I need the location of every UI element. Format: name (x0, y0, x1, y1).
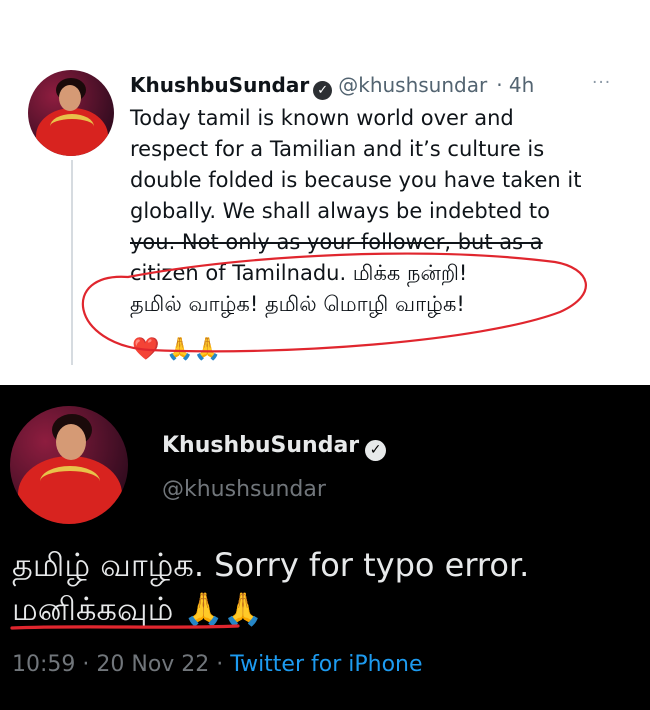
avatar[interactable] (28, 70, 114, 156)
avatar[interactable] (10, 406, 128, 524)
tweet-line: தமில் வாழ்க! தமில் மொழி வாழ்க! (130, 292, 465, 316)
tweet-line: respect for a Tamilian and it’s culture … (130, 137, 545, 161)
folded-hands-emoji-icon: 🙏🙏 (166, 337, 222, 362)
tweet-line-struck: you. Not only as your follower, but as a (130, 230, 543, 254)
tweet-text: தமிழ் வாழ்க. Sorry for typo error. மனிக்… (12, 543, 529, 631)
avatar-face (59, 85, 81, 111)
tweet-line: தமிழ் வாழ்க. Sorry for typo error. (12, 546, 530, 584)
verified-badge-icon: ✓ (313, 81, 333, 100)
bottom-tweet: KhushbuSundar ✓ @khushsundar தமிழ் வாழ்க.… (0, 385, 650, 710)
tweet-header: KhushbuSundar ✓ (162, 433, 387, 461)
timestamp[interactable]: · 4h (496, 73, 534, 97)
avatar-saree-border (40, 466, 100, 497)
tweet-line: double folded is because you have taken … (130, 168, 582, 192)
emoji-row: ❤️ 🙏🙏 (132, 337, 221, 362)
display-name[interactable]: KhushbuSundar (162, 433, 359, 458)
heart-emoji-icon: ❤️ (132, 337, 160, 362)
handle[interactable]: @khushsundar (338, 73, 487, 97)
tweet-meta: 10:59 · 20 Nov 22 · Twitter for iPhone (12, 652, 423, 677)
tweet-text: Today tamil is known world over and resp… (130, 103, 630, 320)
tweet-header: KhushbuSundar ✓ @khushsundar · 4h (130, 73, 534, 100)
handle[interactable]: @khushsundar (162, 477, 326, 502)
source-link[interactable]: Twitter for iPhone (230, 652, 422, 677)
more-options-icon[interactable]: ··· (592, 73, 611, 93)
apology-word: மனிக்கவும் (12, 590, 174, 628)
folded-hands-emoji-icon: 🙏🙏 (183, 590, 264, 628)
timestamp[interactable]: 10:59 · 20 Nov 22 · (12, 652, 223, 677)
avatar-saree-border (50, 114, 94, 139)
display-name[interactable]: KhushbuSundar (130, 73, 309, 97)
tweet-line: citizen of Tamilnadu. மிக்க நன்றி! (130, 261, 468, 285)
tweet-line: Today tamil is known world over and (130, 106, 514, 130)
tweet-line: globally. We shall always be indebted to (130, 199, 550, 223)
avatar-face (56, 424, 86, 460)
top-tweet: KhushbuSundar ✓ @khushsundar · 4h ··· Toda… (0, 0, 650, 385)
thread-connector-line (71, 160, 73, 365)
tweet-line: மனிக்கவும் 🙏🙏 (12, 587, 529, 631)
verified-badge-icon: ✓ (365, 440, 387, 461)
